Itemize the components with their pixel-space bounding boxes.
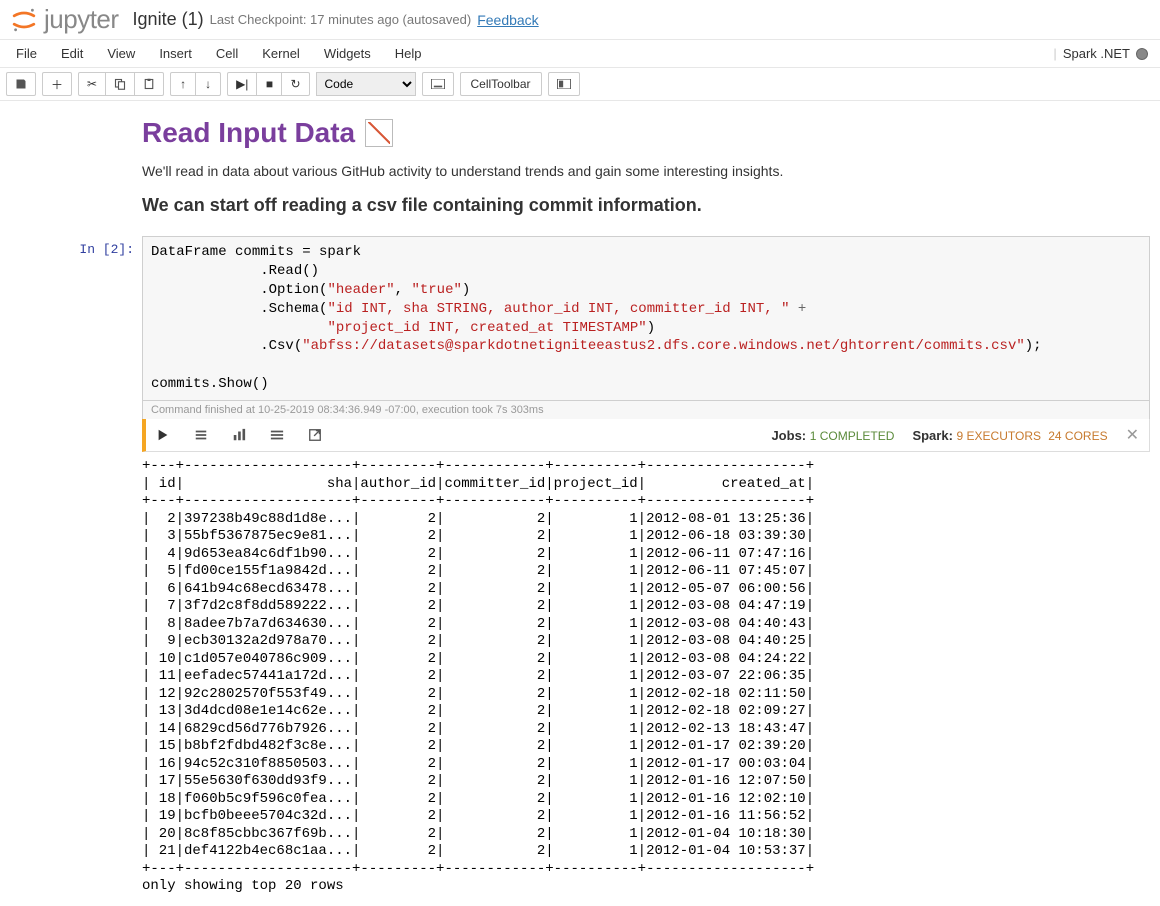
menu-help[interactable]: Help (383, 40, 434, 67)
run-button[interactable]: ▶| (227, 72, 257, 96)
jupyter-icon (10, 6, 38, 34)
logo-text: jupyter (44, 4, 119, 35)
popout-icon[interactable] (308, 428, 322, 442)
section-heading: Read Input Data (142, 117, 355, 149)
menubar-row: File Edit View Insert Cell Kernel Widget… (0, 40, 1160, 68)
spark-label: Spark: (912, 428, 952, 443)
cut-icon: ✂ (87, 77, 97, 91)
markdown-cell[interactable]: Read Input Data We'll read in data about… (60, 111, 1150, 232)
copy-icon (114, 78, 126, 90)
save-icon (15, 78, 27, 90)
separator: | (1053, 46, 1056, 61)
cell-output: +---+--------------------+---------+----… (142, 452, 1150, 896)
kernel-name[interactable]: Spark .NET (1063, 46, 1130, 61)
toolbar: ＋ ✂ ↑ ↓ ▶| ■ ↻ Code CellToolbar (0, 68, 1160, 101)
menu-file[interactable]: File (4, 40, 49, 67)
header-bar: jupyter Ignite (1) Last Checkpoint: 17 m… (0, 0, 1160, 40)
jupyter-logo[interactable]: jupyter (10, 4, 119, 35)
cores-value[interactable]: 24 CORES (1048, 429, 1107, 443)
notebook-name[interactable]: Ignite (1) (133, 9, 204, 30)
keyboard-icon (431, 79, 445, 89)
menu-insert[interactable]: Insert (147, 40, 204, 67)
list-icon[interactable] (194, 428, 208, 442)
section-paragraph: We'll read in data about various GitHub … (142, 163, 1150, 179)
execution-meta: Command finished at 10-25-2019 08:34:36.… (142, 401, 1150, 420)
arrow-down-icon: ↓ (205, 77, 211, 91)
run-icon: ▶| (236, 77, 248, 91)
stop-icon: ■ (266, 77, 273, 91)
feedback-link[interactable]: Feedback (477, 12, 538, 28)
kernel-indicator: | Spark .NET (1053, 46, 1156, 61)
menu-widgets[interactable]: Widgets (312, 40, 383, 67)
menubar: File Edit View Insert Cell Kernel Widget… (4, 40, 434, 67)
jobs-value[interactable]: 1 COMPLETED (810, 429, 895, 443)
menu-cell[interactable]: Cell (204, 40, 250, 67)
add-cell-button[interactable]: ＋ (42, 72, 72, 96)
notebook-container: Read Input Data We'll read in data about… (0, 101, 1160, 906)
chart-increasing-icon (365, 119, 393, 147)
kernel-status-icon[interactable] (1136, 48, 1148, 60)
jobs-label: Jobs: (771, 428, 806, 443)
restart-icon: ↻ (290, 77, 300, 91)
command-palette-button[interactable] (422, 72, 454, 96)
cell-toolbar-button[interactable]: CellToolbar (460, 72, 542, 96)
executors-value[interactable]: 9 EXECUTORS (957, 429, 1041, 443)
code-input[interactable]: DataFrame commits = spark .Read() .Optio… (142, 236, 1150, 401)
cut-button[interactable]: ✂ (78, 72, 106, 96)
table-icon[interactable] (270, 428, 284, 442)
toggle-icon (557, 79, 571, 89)
arrow-up-icon: ↑ (180, 77, 186, 91)
toggle-button[interactable] (548, 72, 580, 96)
close-icon[interactable]: ✕ (1126, 425, 1139, 445)
subsection-heading: We can start off reading a csv file cont… (142, 195, 1150, 216)
checkpoint-status: Last Checkpoint: 17 minutes ago (autosav… (210, 12, 472, 27)
code-cell[interactable]: In [2]: DataFrame commits = spark .Read(… (60, 236, 1150, 896)
move-up-button[interactable]: ↑ (170, 72, 196, 96)
paste-button[interactable] (134, 72, 164, 96)
menu-edit[interactable]: Edit (49, 40, 95, 67)
stop-button[interactable]: ■ (256, 72, 282, 96)
input-prompt: In [2]: (60, 236, 142, 896)
move-down-button[interactable]: ↓ (195, 72, 221, 96)
menu-kernel[interactable]: Kernel (250, 40, 312, 67)
spark-progress-bar: Jobs: 1 COMPLETED Spark: 9 EXECUTORS 24 … (142, 419, 1150, 452)
paste-icon (143, 78, 155, 90)
bar-chart-icon[interactable] (232, 428, 246, 442)
restart-button[interactable]: ↻ (281, 72, 309, 96)
plus-icon: ＋ (51, 76, 63, 93)
cell-type-select[interactable]: Code (316, 72, 416, 96)
save-button[interactable] (6, 72, 36, 96)
play-icon[interactable] (156, 428, 170, 442)
menu-view[interactable]: View (95, 40, 147, 67)
copy-button[interactable] (105, 72, 135, 96)
